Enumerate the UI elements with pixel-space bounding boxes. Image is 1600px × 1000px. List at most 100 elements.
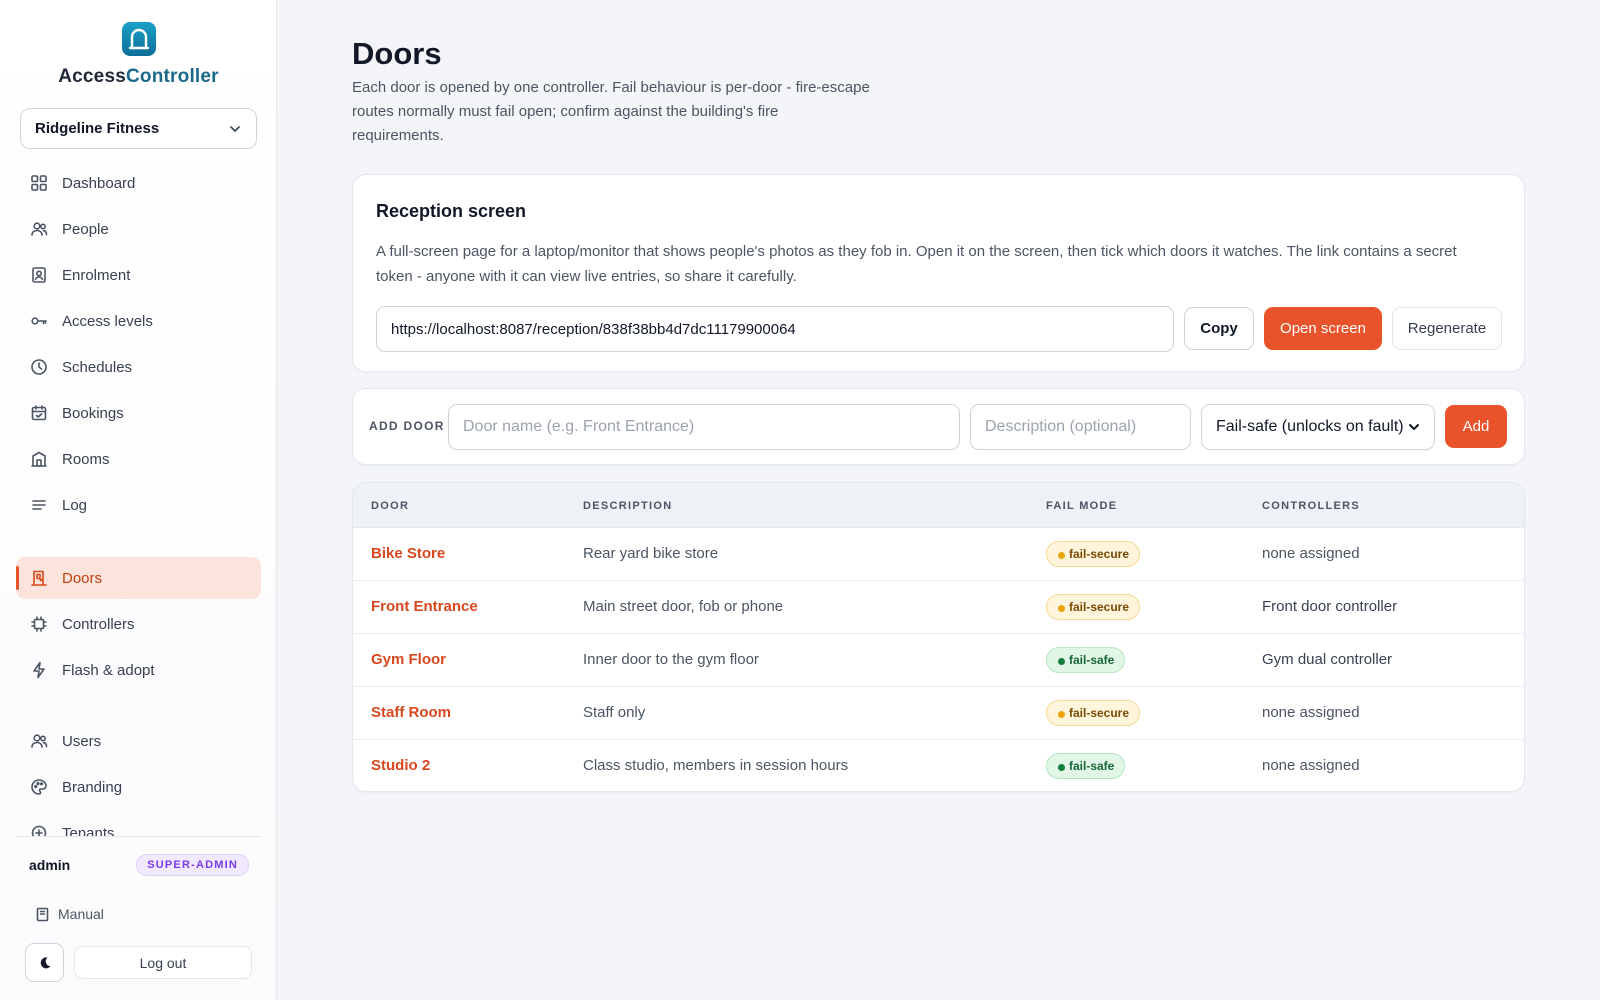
door-description-input[interactable] — [970, 404, 1191, 450]
column-header-door[interactable]: DOOR — [371, 500, 409, 512]
bolt-icon — [30, 661, 48, 679]
sidebar-scroll-area: AccessController Ridgeline Fitness Dashb… — [0, 0, 277, 836]
door-icon — [30, 569, 48, 587]
chip-icon — [30, 615, 48, 633]
fail-mode-select[interactable]: Fail-safe (unlocks on fault) — [1201, 404, 1435, 450]
manual-label: Manual — [58, 906, 104, 922]
door-name-link[interactable]: Studio 2 — [371, 757, 430, 774]
fail-mode-badge: fail-safe — [1046, 647, 1126, 673]
fail-mode-select-value: Fail-safe (unlocks on fault) — [1216, 418, 1404, 435]
sidebar-item-label: Log — [62, 496, 88, 514]
door-description: Main street door, fob or phone — [583, 598, 784, 615]
add-door-label: ADD DOOR — [369, 419, 445, 433]
app-title: AccessController — [0, 66, 277, 88]
page-title: Doors — [352, 36, 442, 71]
door-name-link[interactable]: Front Entrance — [371, 598, 478, 615]
sidebar-divider — [16, 836, 261, 837]
copy-button[interactable]: Copy — [1184, 307, 1254, 350]
building-icon — [30, 824, 48, 836]
door-description: Rear yard bike store — [583, 545, 719, 562]
sidebar-item-dashboard[interactable]: Dashboard — [16, 162, 261, 204]
role-badge: SUPER-ADMIN — [136, 854, 249, 876]
fail-mode-badge: fail-safe — [1046, 753, 1126, 779]
sidebar-item-label: Users — [62, 732, 102, 750]
fail-mode-badge: fail-secure — [1046, 700, 1141, 726]
list-icon — [30, 496, 48, 514]
sidebar-item-label: Flash & adopt — [62, 661, 155, 679]
users-icon — [30, 732, 48, 750]
clock-icon — [30, 358, 48, 376]
sidebar-item-bookings[interactable]: Bookings — [16, 392, 261, 434]
sidebar-item-access-levels[interactable]: Access levels — [16, 300, 261, 342]
column-header-controllers[interactable]: CONTROLLERS — [1262, 500, 1360, 512]
logout-button[interactable]: Log out — [74, 946, 252, 979]
chevron-down-icon — [1409, 424, 1419, 430]
table-row[interactable]: Bike Store Rear yard bike store fail-sec… — [353, 528, 1524, 581]
book-icon — [36, 907, 49, 921]
main-content: Doors Each door is opened by one control… — [277, 0, 1600, 1000]
sidebar-item-label: Dashboard — [62, 174, 136, 192]
app-title-part2: Controller — [125, 66, 219, 87]
controller-cell: none assigned — [1262, 757, 1360, 774]
sidebar-item-schedules[interactable]: Schedules — [16, 346, 261, 388]
controller-cell: none assigned — [1262, 545, 1360, 562]
tenant-select-value: Ridgeline Fitness — [35, 120, 160, 137]
door-name-link[interactable]: Bike Store — [371, 545, 445, 562]
sidebar-item-flash-adopt[interactable]: Flash & adopt — [16, 649, 261, 691]
reception-url-input[interactable] — [376, 306, 1174, 352]
sidebar-item-log[interactable]: Log — [16, 484, 261, 526]
fail-mode-badge: fail-secure — [1046, 594, 1141, 620]
manual-link[interactable]: Manual — [35, 906, 104, 922]
door-description: Staff only — [583, 704, 646, 721]
sidebar-item-doors[interactable]: Doors — [16, 557, 261, 599]
calendar-icon — [30, 404, 48, 422]
table-row[interactable]: Studio 2 Class studio, members in sessio… — [353, 740, 1524, 791]
door-name-input[interactable] — [448, 404, 960, 450]
door-logo-icon — [121, 22, 156, 56]
sidebar-item-label: Rooms — [62, 450, 110, 468]
door-name-link[interactable]: Gym Floor — [371, 651, 446, 668]
door-description: Class studio, members in session hours — [583, 757, 849, 774]
controller-cell: Front door controller — [1262, 598, 1398, 615]
door-description: Inner door to the gym floor — [583, 651, 759, 668]
table-row[interactable]: Gym Floor Inner door to the gym floor fa… — [353, 634, 1524, 687]
sidebar-item-label: Schedules — [62, 358, 133, 376]
sidebar-item-controllers[interactable]: Controllers — [16, 603, 261, 645]
chevron-down-icon — [230, 125, 240, 132]
controller-cell: Gym dual controller — [1262, 651, 1393, 668]
sidebar-item-label: People — [62, 220, 109, 238]
grid-icon — [30, 174, 48, 192]
sidebar-item-label: Access levels — [62, 312, 153, 330]
table-row[interactable]: Staff Room Staff only fail-secure none a… — [353, 687, 1524, 740]
sidebar-item-label: Branding — [62, 778, 123, 796]
sidebar-item-enrolment[interactable]: Enrolment — [16, 254, 261, 296]
sidebar-item-tenants[interactable]: Tenants — [16, 812, 261, 836]
sidebar-item-label: Bookings — [62, 404, 124, 422]
sidebar-item-rooms[interactable]: Rooms — [16, 438, 261, 480]
tenant-select[interactable]: Ridgeline Fitness — [20, 108, 257, 149]
sidebar: AccessController Ridgeline Fitness Dashb… — [0, 0, 277, 1000]
theme-toggle-button[interactable] — [25, 943, 64, 982]
sidebar-item-label: Tenants — [62, 824, 115, 837]
id-badge-icon — [30, 266, 48, 284]
regenerate-button[interactable]: Regenerate — [1392, 307, 1502, 350]
column-header-fail-mode[interactable]: FAIL MODE — [1046, 500, 1117, 512]
doors-table: DOOR DESCRIPTION FAIL MODE CONTROLLERS B… — [352, 482, 1525, 792]
brand: AccessController — [0, 22, 277, 88]
fail-mode-badge: fail-secure — [1046, 541, 1141, 567]
column-header-description[interactable]: DESCRIPTION — [583, 500, 672, 512]
reception-screen-card: Reception screen A full-screen page for … — [352, 174, 1525, 372]
reception-description: A full-screen page for a laptop/monitor … — [376, 243, 1457, 285]
people-icon — [30, 220, 48, 238]
user-name: admin — [29, 857, 71, 873]
sidebar-item-users[interactable]: Users — [16, 720, 261, 762]
add-door-button[interactable]: Add — [1445, 405, 1507, 448]
open-screen-button[interactable]: Open screen — [1264, 307, 1382, 350]
table-row[interactable]: Front Entrance Main street door, fob or … — [353, 581, 1524, 634]
sidebar-item-label: Doors — [62, 569, 103, 587]
palette-icon — [30, 778, 48, 796]
sidebar-item-branding[interactable]: Branding — [16, 766, 261, 808]
sidebar-item-people[interactable]: People — [16, 208, 261, 250]
page-subtitle: Each door is opened by one controller. F… — [352, 79, 870, 144]
door-name-link[interactable]: Staff Room — [371, 704, 451, 721]
